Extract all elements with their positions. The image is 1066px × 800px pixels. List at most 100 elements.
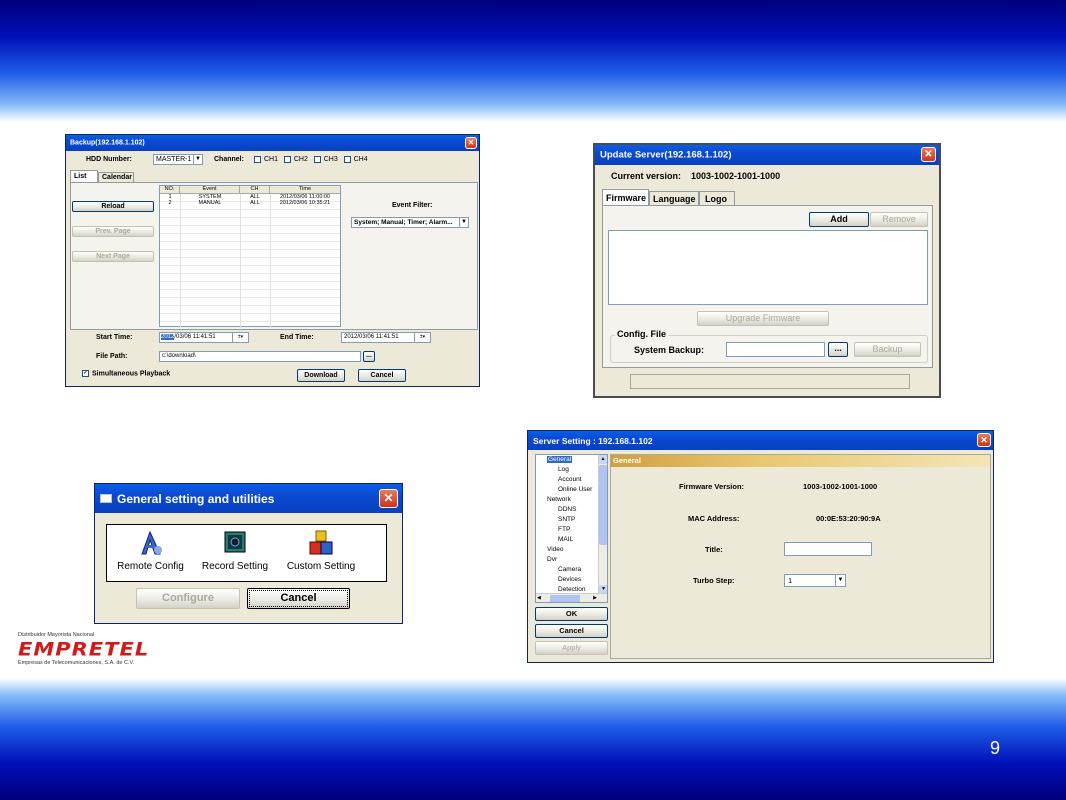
tab-list[interactable]: List — [70, 170, 98, 182]
tab-language[interactable]: Language — [649, 191, 699, 206]
remote-config-item[interactable]: Remote Config — [113, 526, 188, 580]
custom-setting-item[interactable]: Custom Setting — [281, 526, 361, 580]
tree-item-ftp[interactable]: FTP — [536, 525, 607, 535]
scroll-left-icon[interactable]: ◀ — [537, 594, 541, 602]
title-input[interactable] — [784, 542, 872, 556]
record-setting-item[interactable]: Record Setting — [195, 526, 275, 580]
firmware-version-label: Firmware Version: — [679, 482, 745, 491]
add-button[interactable]: Add — [809, 212, 869, 227]
spinner-icon[interactable]: ±▾ — [232, 333, 248, 342]
tab-firmware[interactable]: Firmware — [602, 189, 649, 206]
col-event: Event — [180, 186, 240, 193]
cancel-button[interactable]: Cancel — [358, 369, 406, 382]
tree-item-sntp[interactable]: SNTP — [536, 515, 607, 525]
remote-config-icon — [140, 530, 162, 555]
general-utilities-title: General setting and utilities — [117, 491, 275, 506]
channel-checkboxes: CH1 CH2 CH3 CH4 — [254, 156, 368, 163]
tree-item-devices[interactable]: Devices — [536, 575, 607, 585]
remote-config-label: Remote Config — [117, 561, 184, 572]
current-version-value: 1003-1002-1001-1000 — [691, 171, 781, 181]
channel-checkbox-3[interactable]: CH3 — [313, 156, 338, 163]
file-path-input[interactable]: c:\download\ — [159, 351, 361, 362]
config-file-group-label: Config. File — [615, 329, 668, 339]
chevron-down-icon: ▼ — [459, 218, 468, 227]
tree-item-log[interactable]: Log — [536, 465, 607, 475]
turbo-step-label: Turbo Step: — [693, 576, 735, 585]
status-bar — [630, 374, 910, 389]
end-time-field[interactable]: 2012/03/06 11:41:51 ±▾ — [341, 332, 431, 343]
top-banner — [0, 0, 1066, 122]
system-backup-input[interactable] — [726, 342, 825, 357]
ok-button[interactable]: OK — [535, 607, 608, 621]
event-table: NO. Event CH Time 1 SYSTEM ALL 2012/03/0… — [159, 185, 341, 328]
tree-item-network[interactable]: Network — [536, 495, 607, 505]
channel-checkbox-1[interactable]: CH1 — [254, 156, 278, 163]
remove-button[interactable]: Remove — [870, 212, 928, 227]
update-title: Update Server(192.168.1.102) — [600, 149, 732, 161]
tree-item-dvr[interactable]: Dvr — [536, 555, 607, 565]
vertical-scrollbar[interactable]: ▲ ▼ — [598, 455, 607, 594]
chevron-down-icon: ▼ — [193, 155, 202, 164]
tree-item-mail[interactable]: MAIL — [536, 535, 607, 545]
title-label: Title: — [705, 545, 723, 554]
server-setting-window: Server Setting : 192.168.1.102 ✕ General… — [527, 430, 994, 663]
horizontal-scrollbar[interactable]: ◀ ▶ — [536, 593, 607, 602]
configure-button[interactable]: Configure — [136, 588, 240, 609]
tree-item-video[interactable]: Video — [536, 545, 607, 555]
update-titlebar: Update Server(192.168.1.102) ✕ — [595, 145, 939, 165]
spinner-icon[interactable]: ±▾ — [414, 333, 430, 342]
tree-item-camera[interactable]: Camera — [536, 565, 607, 575]
upgrade-firmware-button[interactable]: Upgrade Firmware — [697, 311, 829, 326]
scroll-right-icon[interactable]: ▶ — [593, 594, 597, 602]
browse-button[interactable]: ... — [363, 351, 375, 362]
firmware-file-list[interactable] — [608, 230, 928, 305]
col-no: NO. — [160, 186, 180, 193]
cancel-button[interactable]: Cancel — [247, 588, 350, 609]
col-time: Time — [298, 186, 312, 192]
check-icon: ✓ — [82, 370, 89, 377]
apply-button[interactable]: Apply — [535, 641, 608, 655]
prev-page-button[interactable]: Prev. Page — [72, 226, 154, 237]
tree-item-general[interactable]: General — [547, 456, 573, 463]
update-server-window: Update Server(192.168.1.102) ✕ Current v… — [593, 143, 941, 398]
channel-checkbox-4[interactable]: CH4 — [343, 156, 368, 163]
simultaneous-playback-checkbox[interactable]: ✓ Simultaneous Playback — [82, 370, 170, 377]
channel-checkbox-2[interactable]: CH2 — [283, 156, 308, 163]
download-button[interactable]: Download — [297, 369, 345, 382]
tab-calendar[interactable]: Calendar — [98, 172, 134, 182]
mac-address-value: 00:0E:53:20:90:9A — [816, 514, 881, 523]
empretel-logo: Distribuidor Mayorista Nacional EMPRETEL… — [18, 632, 158, 672]
hdd-number-select[interactable]: MASTER-1 ▼ — [153, 154, 203, 165]
start-time-field[interactable]: 2012/03/06 11:41:51 ±▾ — [159, 332, 249, 343]
backup-window: Backup(192.168.1.102) ✕ HDD Number: MAST… — [65, 134, 480, 387]
event-table-header: NO. Event CH Time — [160, 186, 340, 194]
scroll-thumb[interactable] — [599, 465, 607, 545]
reload-button[interactable]: Reload — [72, 201, 154, 212]
tree-item-online-user[interactable]: Online User — [536, 485, 607, 495]
logo-top-text: Distribuidor Mayorista Nacional — [18, 632, 95, 638]
close-icon[interactable]: ✕ — [977, 433, 991, 447]
close-icon[interactable]: ✕ — [921, 147, 936, 162]
bottom-banner — [0, 678, 1066, 800]
current-version-label: Current version: — [611, 171, 682, 181]
record-setting-icon — [224, 531, 246, 553]
tree-item-account[interactable]: Account — [536, 475, 607, 485]
general-utilities-titlebar: General setting and utilities ✕ — [95, 484, 402, 513]
close-icon[interactable]: ✕ — [465, 137, 477, 149]
next-page-button[interactable]: Next Page — [72, 251, 154, 262]
settings-tree[interactable]: General Log Account Online User Network … — [535, 454, 608, 603]
backup-button[interactable]: Backup — [854, 342, 921, 357]
turbo-step-select[interactable]: 1 ▼ — [784, 574, 846, 587]
browse-button[interactable]: ... — [828, 342, 848, 357]
close-icon[interactable]: ✕ — [379, 489, 398, 508]
logo-bottom-text: Empresas de Telecomunicaciones, S.A. de … — [18, 660, 135, 666]
cancel-button[interactable]: Cancel — [535, 624, 608, 638]
slide-number: 9 — [990, 738, 1001, 758]
event-filter-select[interactable]: System; Manual; Timer; Alarm... ▼ — [351, 217, 469, 228]
tab-logo[interactable]: Logo — [699, 191, 735, 206]
scroll-up-icon[interactable]: ▲ — [599, 455, 607, 464]
tree-item-ddns[interactable]: DDNS — [536, 505, 607, 515]
file-path-label: File Path: — [96, 353, 128, 360]
table-row[interactable]: 2 MANUAL ALL 2012/03/06 10:35:21 — [160, 200, 340, 206]
logo-brand: EMPRETEL — [18, 638, 150, 660]
